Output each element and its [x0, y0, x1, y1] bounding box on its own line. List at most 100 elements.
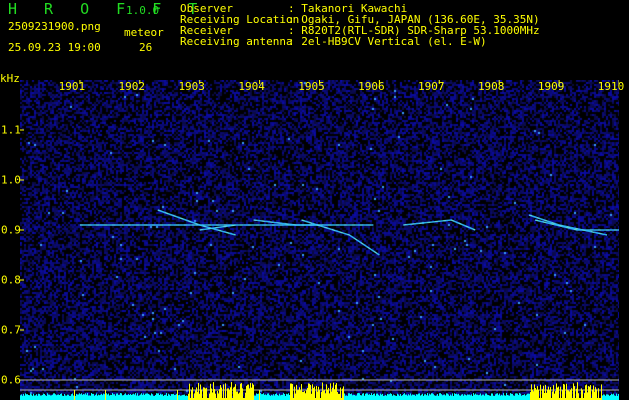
- level-bar: [266, 395, 267, 400]
- level-bar: [435, 395, 436, 400]
- level-bar: [122, 395, 123, 400]
- x-tick-label: 1906: [358, 80, 385, 93]
- level-bar: [361, 395, 362, 400]
- level-bar: [51, 395, 52, 400]
- level-bar: [174, 395, 175, 400]
- level-bar: [483, 394, 484, 400]
- level-bar: [543, 385, 544, 400]
- level-bar: [278, 395, 279, 400]
- level-bar: [359, 393, 360, 400]
- level-bar: [70, 395, 71, 400]
- level-bar: [440, 393, 441, 400]
- level-bar: [42, 394, 43, 400]
- level-bar: [308, 383, 309, 400]
- level-bar: [407, 395, 408, 400]
- level-bar: [474, 394, 475, 400]
- level-bar: [129, 394, 130, 400]
- level-bar: [287, 394, 288, 400]
- level-bar: [468, 394, 469, 400]
- level-bar: [257, 393, 258, 400]
- level-bar: [235, 384, 236, 400]
- level-bar: [176, 393, 177, 400]
- level-bar: [560, 386, 561, 400]
- level-bar: [66, 395, 67, 400]
- level-bar: [90, 395, 91, 400]
- level-bar: [431, 393, 432, 400]
- x-tick-label: 1904: [238, 80, 265, 93]
- level-bar: [446, 393, 447, 400]
- level-bar: [585, 385, 586, 400]
- level-bar: [618, 393, 619, 400]
- level-bar: [301, 384, 302, 400]
- level-bar: [255, 395, 256, 400]
- level-bar: [327, 389, 328, 400]
- level-bar: [564, 384, 565, 400]
- level-bar: [256, 393, 257, 400]
- level-bar: [131, 394, 132, 400]
- level-bar: [590, 385, 591, 400]
- level-bar: [59, 394, 60, 400]
- level-bar: [196, 387, 197, 400]
- level-bar: [598, 388, 599, 400]
- level-bar: [252, 383, 253, 400]
- level-bar: [563, 383, 564, 400]
- level-bar: [353, 394, 354, 400]
- level-bar: [501, 394, 502, 400]
- level-bar: [494, 395, 495, 400]
- level-bar: [251, 387, 252, 400]
- level-bar: [183, 394, 184, 400]
- level-bar: [146, 393, 147, 400]
- level-bar: [506, 393, 507, 400]
- level-bar: [58, 394, 59, 400]
- level-bar: [231, 382, 232, 400]
- level-bar: [566, 383, 567, 400]
- level-bar: [417, 394, 418, 400]
- level-bar: [44, 393, 45, 400]
- level-bar: [55, 394, 56, 400]
- level-bar: [443, 394, 444, 400]
- level-bar: [112, 393, 113, 400]
- level-bar: [264, 394, 265, 400]
- level-bar: [276, 393, 277, 400]
- level-bar: [259, 390, 260, 400]
- level-bar: [526, 394, 527, 400]
- level-bar: [76, 393, 77, 400]
- level-bar: [228, 388, 229, 400]
- level-bar: [467, 394, 468, 400]
- level-bar: [239, 392, 240, 400]
- level-bar: [515, 393, 516, 400]
- level-bar: [488, 395, 489, 400]
- level-bar: [337, 391, 338, 400]
- level-bar: [314, 386, 315, 400]
- meteor-trace: [157, 209, 236, 236]
- level-bar: [334, 389, 335, 400]
- level-bar: [324, 390, 325, 400]
- level-bar: [77, 394, 78, 400]
- level-bar: [78, 394, 79, 400]
- level-bar: [492, 393, 493, 400]
- level-bar: [445, 395, 446, 400]
- level-bar: [260, 393, 261, 400]
- level-bar: [530, 392, 531, 400]
- level-bar: [534, 384, 535, 400]
- level-bar: [444, 394, 445, 400]
- level-bar: [522, 395, 523, 400]
- level-bar: [332, 387, 333, 400]
- level-bar: [416, 394, 417, 400]
- level-bar: [573, 383, 574, 400]
- level-bar: [422, 393, 423, 400]
- level-bar: [518, 395, 519, 400]
- level-bar: [121, 393, 122, 400]
- level-bar: [450, 394, 451, 400]
- level-bar: [111, 394, 112, 400]
- level-bar: [72, 393, 73, 400]
- level-bar: [107, 394, 108, 400]
- level-bar: [611, 393, 612, 400]
- level-bar: [309, 383, 310, 400]
- level-bar: [553, 385, 554, 400]
- level-bar: [234, 386, 235, 400]
- level-bar: [434, 395, 435, 400]
- level-bar: [203, 387, 204, 400]
- level-bar: [92, 393, 93, 400]
- level-bar: [267, 393, 268, 400]
